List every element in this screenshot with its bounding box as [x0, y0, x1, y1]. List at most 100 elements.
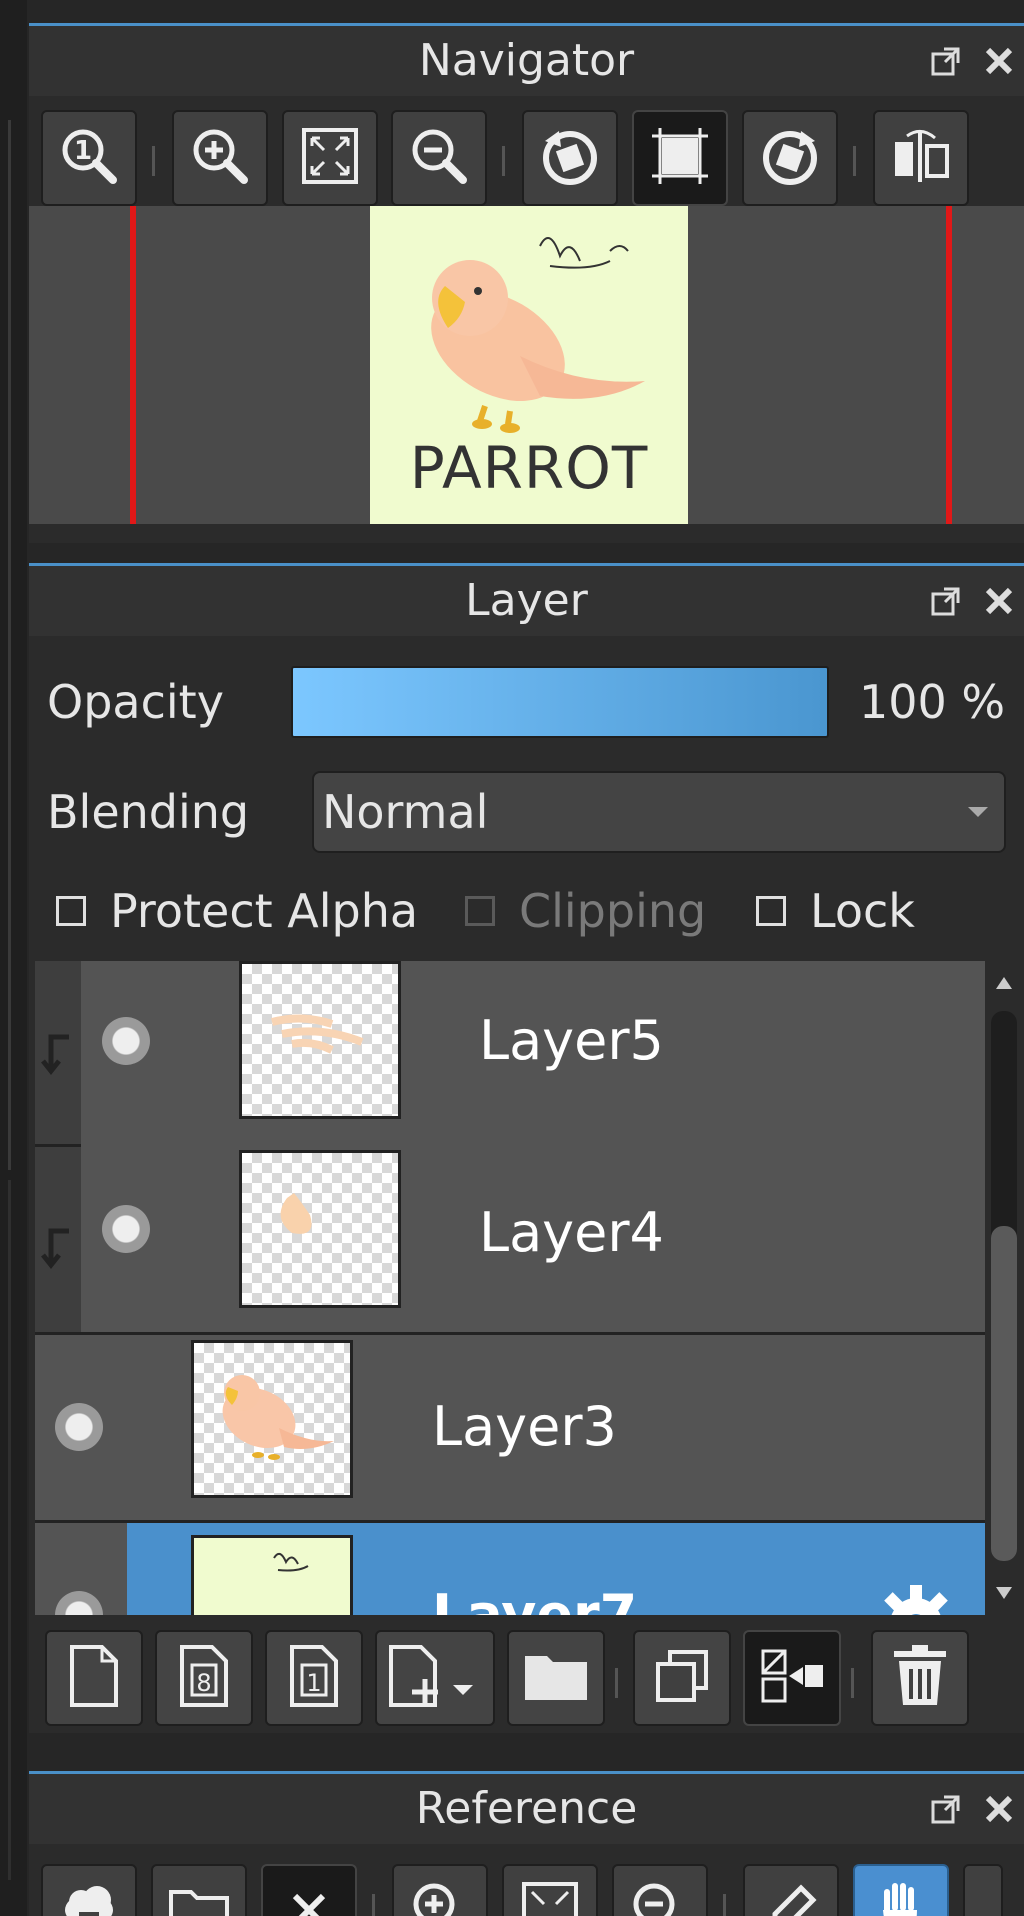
layer-bottom-toolbar: 8 1 — [29, 1622, 1024, 1732]
new-layer-icon — [66, 1643, 122, 1713]
clipping-label: Clipping — [519, 884, 707, 938]
visibility-toggle[interactable] — [55, 1591, 103, 1615]
opacity-value: 100 % — [859, 675, 1006, 729]
lock-option[interactable]: Lock — [756, 881, 915, 941]
layer-row[interactable]: Layer4 — [35, 1147, 985, 1335]
zoom-out-button[interactable] — [391, 110, 487, 206]
clipping-option[interactable]: Clipping — [465, 881, 706, 941]
reference-panel: Reference — [29, 1771, 1024, 1916]
fit-to-window-icon — [298, 124, 362, 192]
reset-view-icon — [648, 124, 712, 192]
layer-name: Layer5 — [479, 1009, 664, 1072]
canvas-thumbnail: PARROT — [370, 206, 688, 524]
layer-title: Layer — [465, 575, 588, 626]
merge-down-icon — [759, 1645, 825, 1711]
open-folder-button[interactable] — [151, 1864, 247, 1916]
lock-label: Lock — [810, 884, 915, 938]
hand-tool-button[interactable] — [853, 1864, 949, 1916]
zoom-in-button[interactable] — [172, 110, 268, 206]
navigator-preview[interactable]: PARROT — [29, 206, 1024, 524]
svg-text:1: 1 — [306, 1669, 321, 1697]
view-bound-right — [946, 206, 952, 524]
reset-view-button[interactable] — [632, 110, 728, 206]
layer-name: Layer7 — [432, 1583, 638, 1615]
navigator-toolbar: 1 — [29, 96, 1024, 206]
fit-to-window-icon — [518, 1878, 582, 1916]
popout-icon[interactable] — [930, 45, 962, 77]
close-icon — [289, 1890, 329, 1916]
duplicate-layer-button[interactable] — [633, 1630, 731, 1726]
layer-thumbnail — [191, 1340, 353, 1498]
flip-horizontal-button[interactable] — [873, 110, 969, 206]
folder-icon — [167, 1882, 231, 1916]
toolbar-separator — [152, 146, 155, 176]
gear-icon[interactable] — [873, 1581, 959, 1615]
reference-title: Reference — [415, 1783, 638, 1834]
visibility-toggle[interactable] — [102, 1205, 150, 1253]
close-icon[interactable] — [984, 46, 1014, 76]
clip-arrow-icon — [41, 1227, 75, 1275]
add-layer-dropdown-icon — [385, 1643, 485, 1713]
protect-alpha-option[interactable]: Protect Alpha — [56, 881, 418, 941]
canvas-preview-text: PARROT — [409, 434, 649, 502]
layer-row[interactable]: Layer3 — [35, 1335, 985, 1523]
zoom-in-icon — [408, 1878, 472, 1916]
clip-arrow-icon — [41, 1033, 75, 1081]
protect-alpha-checkbox[interactable] — [56, 896, 86, 926]
rotate-right-button[interactable] — [742, 110, 838, 206]
reference-toolbar — [29, 1844, 1024, 1916]
trash-icon — [890, 1643, 950, 1713]
reference-zoom-out-button[interactable] — [612, 1864, 708, 1916]
zoom-out-icon — [407, 124, 471, 192]
blending-value: Normal — [322, 785, 489, 839]
add-layer-dropdown-button[interactable] — [375, 1630, 495, 1726]
visibility-toggle[interactable] — [102, 1017, 150, 1065]
svg-text:8: 8 — [196, 1669, 211, 1697]
layer-list-scrollbar[interactable] — [989, 961, 1019, 1615]
layer-row[interactable]: Layer5 — [35, 961, 985, 1147]
close-icon[interactable] — [984, 1794, 1014, 1824]
dock-divider — [8, 120, 11, 1170]
popout-icon[interactable] — [930, 1793, 962, 1825]
left-dock-strip — [0, 0, 27, 1916]
rotate-left-button[interactable] — [522, 110, 618, 206]
opacity-slider[interactable] — [291, 666, 829, 738]
toolbar-separator — [853, 146, 856, 176]
close-reference-button[interactable] — [261, 1864, 357, 1916]
lock-checkbox[interactable] — [756, 896, 786, 926]
hand-icon — [871, 1880, 931, 1916]
delete-layer-button[interactable] — [871, 1630, 969, 1726]
open-cloud-button[interactable] — [41, 1864, 137, 1916]
close-icon[interactable] — [984, 586, 1014, 616]
toolbar-separator — [502, 146, 505, 176]
layer-row-selected[interactable]: Layer7 — [35, 1523, 985, 1615]
clipping-checkbox[interactable] — [465, 896, 495, 926]
opacity-label: Opacity — [47, 675, 224, 729]
blending-select[interactable]: Normal — [312, 771, 1006, 853]
cloud-icon — [59, 1880, 119, 1916]
scroll-down-icon[interactable] — [994, 1583, 1014, 1607]
layer-header: Layer — [29, 566, 1024, 636]
visibility-toggle[interactable] — [55, 1403, 103, 1451]
merge-down-button[interactable] — [743, 1630, 841, 1726]
reference-zoom-in-button[interactable] — [392, 1864, 488, 1916]
scroll-thumb[interactable] — [991, 1226, 1017, 1561]
layer-panel: Layer Opacity 100 % Blending Normal Prot… — [29, 563, 1024, 1733]
fit-to-window-button[interactable] — [282, 110, 378, 206]
zoom-in-icon — [188, 124, 252, 192]
reference-fit-button[interactable] — [502, 1864, 598, 1916]
navigator-header: Navigator — [29, 26, 1024, 96]
popout-icon[interactable] — [930, 585, 962, 617]
new-layer-button[interactable] — [45, 1630, 143, 1726]
new-folder-button[interactable] — [507, 1630, 605, 1726]
eyedropper-button[interactable] — [743, 1864, 839, 1916]
layer-name: Layer3 — [432, 1395, 617, 1458]
protect-alpha-label: Protect Alpha — [110, 884, 419, 938]
scroll-up-icon[interactable] — [994, 973, 1014, 997]
zoom-actual-size-button[interactable]: 1 — [41, 110, 137, 206]
new-1bit-layer-button[interactable]: 1 — [265, 1630, 363, 1726]
view-bound-left — [130, 206, 136, 524]
flip-horizontal-icon — [889, 124, 953, 192]
new-8bit-layer-button[interactable]: 8 — [155, 1630, 253, 1726]
more-tools-button[interactable] — [963, 1864, 1003, 1916]
